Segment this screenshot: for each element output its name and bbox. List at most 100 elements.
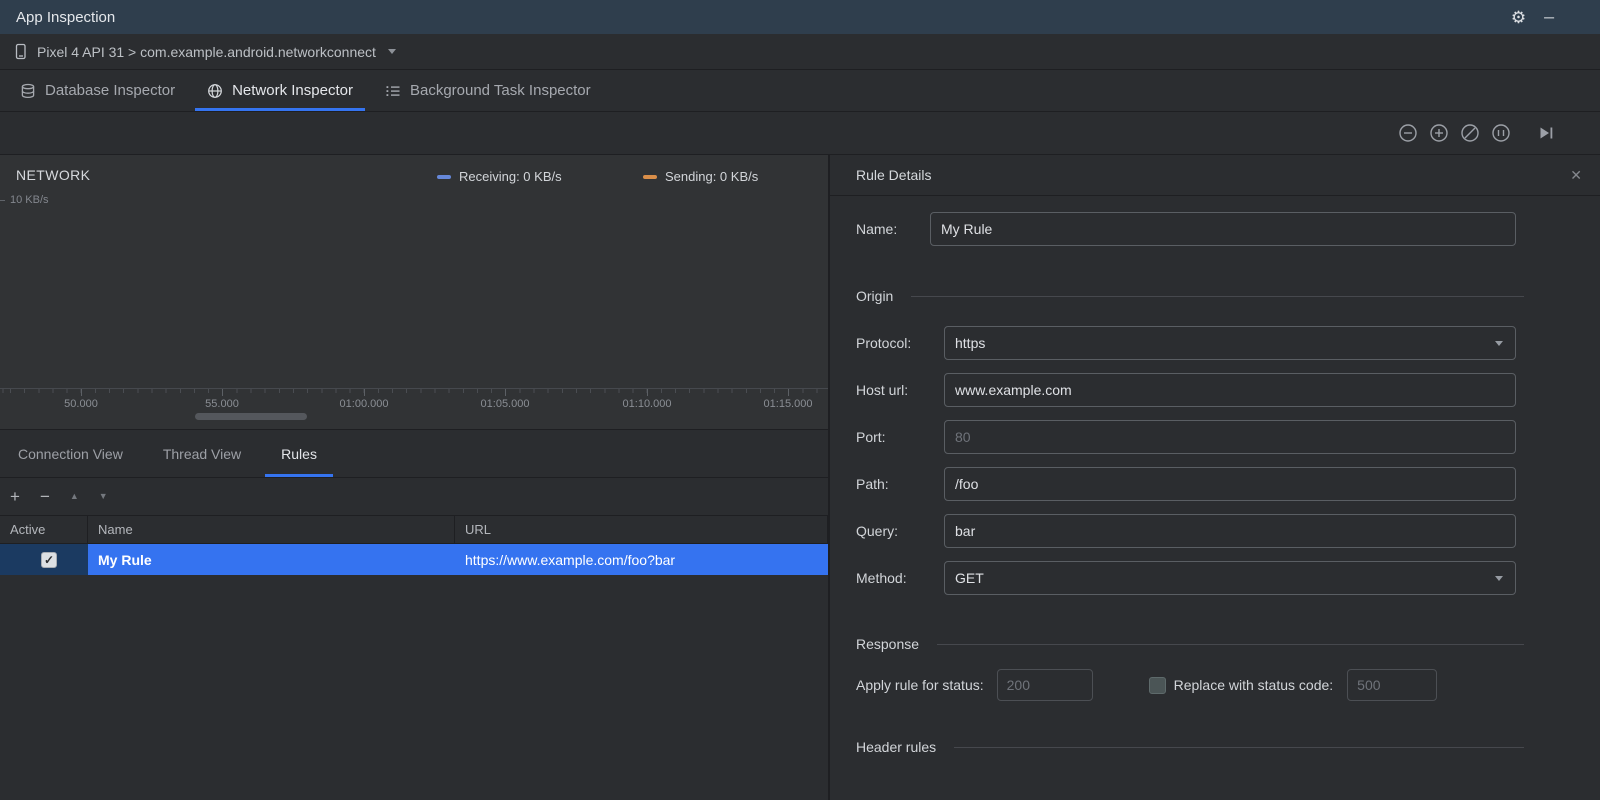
device-process-bar[interactable]: Pixel 4 API 31 > com.example.android.net…	[0, 34, 1600, 70]
zoom-to-selection-icon[interactable]	[1491, 123, 1511, 143]
chart-title: NETWORK	[16, 167, 91, 183]
rules-table-empty-area	[0, 575, 828, 800]
axis-tick	[647, 389, 648, 396]
globe-icon	[208, 83, 222, 98]
header-rules-divider	[954, 746, 1524, 748]
tab-database-inspector[interactable]: Database Inspector	[4, 70, 191, 111]
method-label: Method:	[856, 570, 907, 586]
name-field[interactable]	[930, 212, 1516, 246]
receiving-swatch-icon	[437, 174, 451, 179]
settings-gear-icon[interactable]: ⚙	[1511, 9, 1526, 26]
rule-details-body: Name: Origin Protocol: https Host url: P…	[830, 196, 1600, 800]
path-label: Path:	[856, 476, 889, 492]
rules-toolbar: + − ▲ ▼	[0, 478, 828, 516]
name-field-row: Name:	[856, 212, 1516, 246]
move-down-button[interactable]: ▼	[99, 492, 108, 501]
replace-status-field[interactable]	[1347, 669, 1438, 701]
protocol-value: https	[955, 335, 986, 351]
apply-status-label: Apply rule for status:	[856, 677, 984, 693]
host-field-row: Host url:	[856, 373, 1516, 407]
replace-status-checkbox[interactable]	[1148, 676, 1166, 694]
method-dropdown[interactable]: GET	[944, 561, 1516, 595]
axis-tick-label: 01:10.000	[622, 398, 672, 410]
network-timeline-chart[interactable]: NETWORK 10 KB/s Receiving: 0 KB/s Sendin…	[0, 155, 828, 430]
timeline-scrollbar[interactable]	[195, 413, 307, 420]
query-label: Query:	[856, 523, 899, 539]
header-rules-section-header: Header rules	[856, 739, 1524, 755]
tab-network-inspector[interactable]: Network Inspector	[191, 70, 369, 111]
response-divider	[937, 643, 1524, 645]
axis-tick	[505, 389, 506, 396]
tab-label: Database Inspector	[45, 82, 176, 99]
section-title: Header rules	[856, 739, 937, 755]
protocol-dropdown[interactable]: https	[944, 326, 1516, 360]
tab-label: Rules	[281, 445, 317, 462]
legend-sending: Sending: 0 KB/s	[643, 169, 758, 184]
name-label: Name:	[856, 221, 898, 237]
rule-details-panel: Rule Details ✕ Name: Origin Protocol: ht…	[830, 155, 1600, 800]
path-field[interactable]	[944, 467, 1516, 501]
device-process-selector[interactable]: Pixel 4 API 31 > com.example.android.net…	[37, 44, 376, 60]
database-icon	[21, 83, 35, 98]
jump-to-live-icon[interactable]	[1536, 123, 1556, 143]
axis-tick-label: 01:15.000	[763, 398, 813, 410]
query-field[interactable]	[944, 514, 1516, 548]
y-axis-label: 10 KB/s	[10, 194, 49, 206]
port-field[interactable]	[944, 420, 1516, 454]
tab-rules[interactable]: Rules	[265, 430, 333, 477]
move-up-button[interactable]: ▲	[70, 492, 79, 501]
response-status-row: Apply rule for status: Replace with stat…	[856, 669, 1524, 701]
tab-connection-view[interactable]: Connection View	[16, 430, 125, 477]
rule-name-cell: My Rule	[88, 544, 455, 575]
rule-active-checkbox[interactable]: ✓	[41, 551, 57, 568]
reset-zoom-icon[interactable]	[1460, 123, 1480, 143]
axis-tick	[222, 389, 223, 396]
origin-section-header: Origin	[856, 288, 1524, 304]
chevron-down-icon	[1495, 575, 1503, 581]
legend-sending-label: Sending: 0 KB/s	[665, 169, 759, 184]
section-title: Response	[856, 636, 920, 652]
rule-details-header: Rule Details ✕	[830, 155, 1600, 196]
window-title: App Inspection	[16, 8, 116, 26]
legend-receiving-label: Receiving: 0 KB/s	[459, 169, 562, 184]
origin-divider	[911, 295, 1524, 297]
protocol-field-row: Protocol: https	[856, 326, 1516, 360]
protocol-label: Protocol:	[856, 335, 912, 351]
host-url-field[interactable]	[944, 373, 1516, 407]
port-field-row: Port:	[856, 420, 1516, 454]
axis-tick	[364, 389, 365, 396]
column-header-name[interactable]: Name	[88, 516, 455, 543]
network-panel: NETWORK 10 KB/s Receiving: 0 KB/s Sendin…	[0, 155, 830, 800]
tab-thread-view[interactable]: Thread View	[161, 430, 243, 477]
axis-tick	[788, 389, 789, 396]
axis-tick-label: 01:00.000	[339, 398, 389, 410]
response-section-header: Response	[856, 636, 1524, 652]
panel-title: Rule Details	[856, 167, 932, 183]
query-field-row: Query:	[856, 514, 1516, 548]
host-label: Host url:	[856, 382, 909, 398]
profiler-toolbar	[0, 112, 1600, 155]
table-row-selected[interactable]: ✓ My Rule https://www.example.com/foo?ba…	[0, 544, 828, 575]
minimize-icon[interactable]: ─	[1544, 10, 1554, 24]
tab-background-task-inspector[interactable]: Background Task Inspector	[369, 70, 607, 111]
chevron-down-icon	[387, 49, 396, 54]
column-header-active[interactable]: Active	[0, 516, 88, 543]
remove-rule-button[interactable]: −	[40, 488, 50, 505]
task-list-icon	[386, 85, 400, 96]
close-icon[interactable]: ✕	[1570, 168, 1582, 182]
rule-active-cell: ✓	[0, 544, 88, 575]
column-header-url[interactable]: URL	[455, 516, 828, 543]
replace-status-label: Replace with status code:	[1173, 677, 1334, 693]
rules-table-header: Active Name URL	[0, 516, 828, 544]
apply-status-field[interactable]	[996, 669, 1093, 701]
inspector-tabbar: Database Inspector Network Inspector Bac…	[0, 70, 1600, 112]
zoom-in-icon[interactable]	[1429, 123, 1449, 143]
axis-tick-label: 01:05.000	[480, 398, 530, 410]
device-phone-icon	[15, 43, 26, 60]
axis-tick	[81, 389, 82, 396]
section-title: Origin	[856, 288, 894, 304]
y-axis-tick	[0, 200, 5, 201]
add-rule-button[interactable]: +	[10, 488, 20, 505]
zoom-out-icon[interactable]	[1398, 123, 1418, 143]
path-field-row: Path:	[856, 467, 1516, 501]
